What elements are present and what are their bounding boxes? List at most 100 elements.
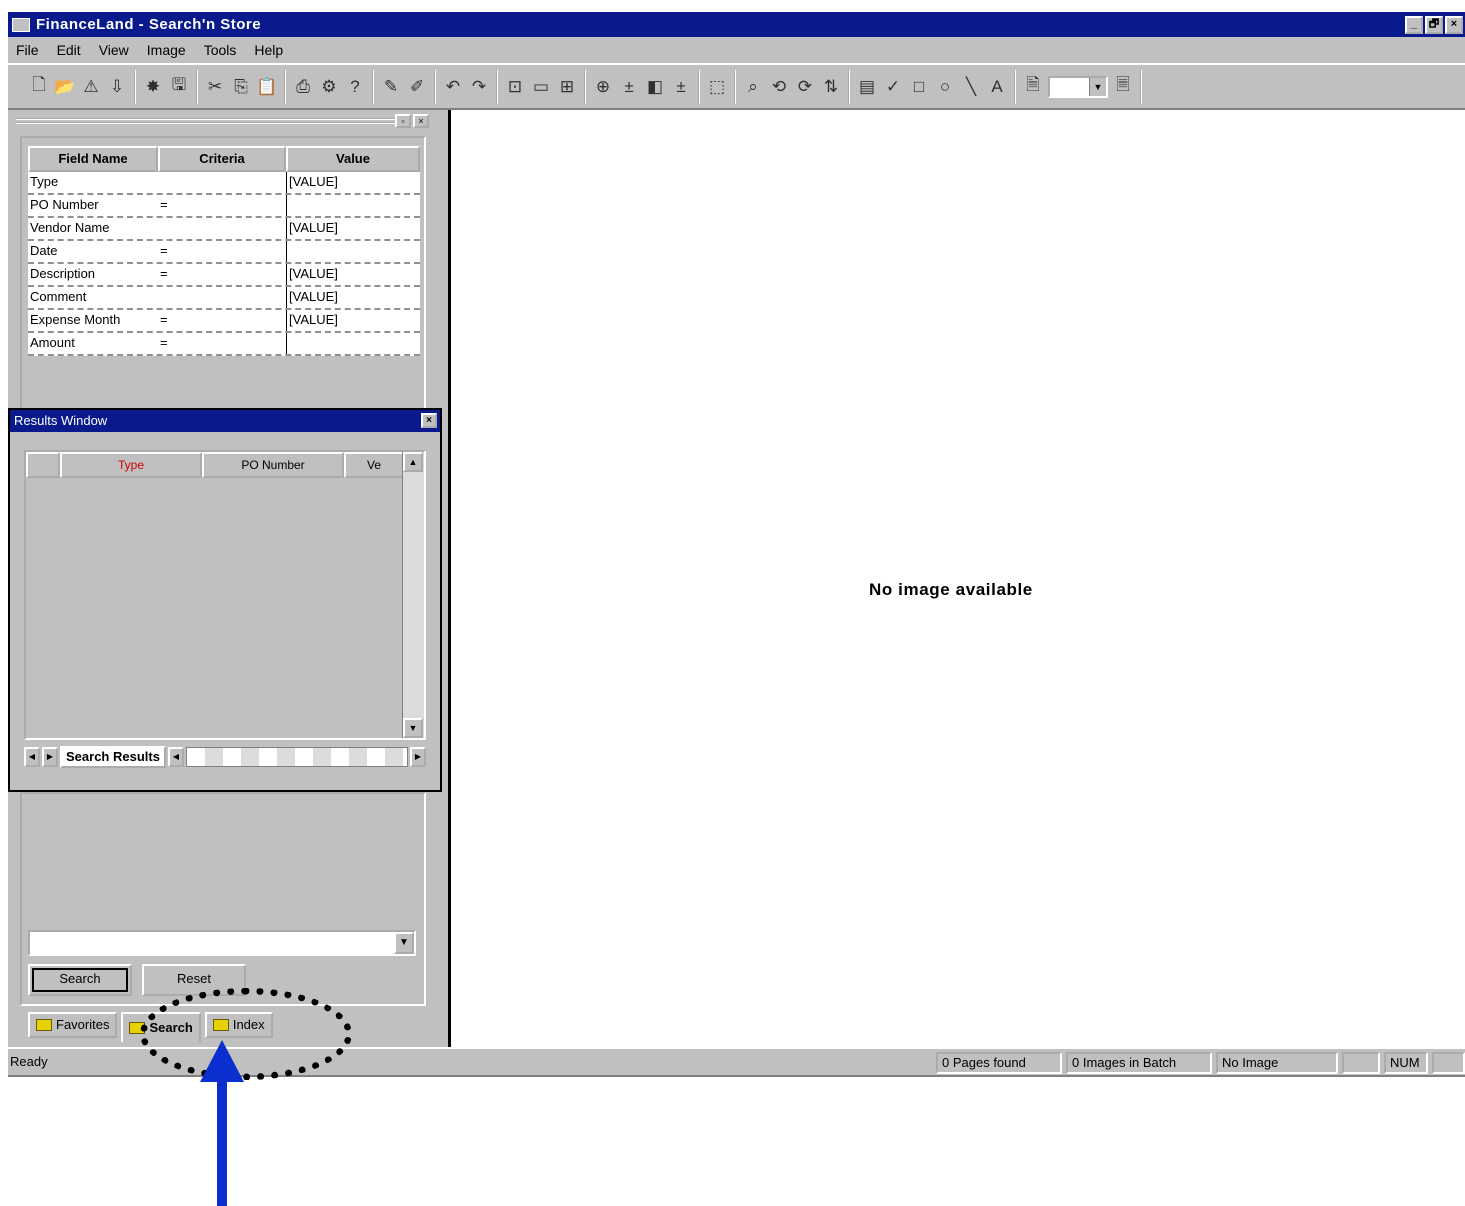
grid-cell-value[interactable]: [VALUE]	[286, 218, 420, 239]
pane-restore-button[interactable]: ▫	[395, 114, 411, 128]
help-icon[interactable]: ?	[344, 75, 366, 99]
grid-cell-criteria[interactable]: =	[158, 241, 286, 262]
print-icon[interactable]: ⎙	[292, 75, 314, 99]
grid-cell-field[interactable]: Expense Month	[28, 310, 158, 331]
contrast-icon[interactable]: ◧	[644, 75, 666, 99]
saved-query-select[interactable]: ▼	[28, 930, 416, 956]
import-icon[interactable]: ⇩	[106, 75, 128, 99]
pen2-icon[interactable]: ✐	[406, 75, 428, 99]
grid-header-criteria[interactable]: Criteria	[158, 146, 286, 172]
chevron-down-icon[interactable]: ▼	[394, 932, 414, 954]
plus-icon[interactable]: ±	[618, 75, 640, 99]
results-list[interactable]: Type PO Number Ve ▲ ▼	[24, 450, 426, 740]
grid-cell-field[interactable]: Amount	[28, 333, 158, 354]
page-select[interactable]	[1048, 75, 1108, 98]
menu-image[interactable]: Image	[147, 42, 186, 58]
grid-cell-field[interactable]: Date	[28, 241, 158, 262]
line-icon[interactable]: ╲	[960, 75, 982, 99]
open-icon[interactable]: 📂	[54, 75, 76, 99]
scroll-up-icon[interactable]: ▲	[403, 452, 423, 472]
flip-icon[interactable]: ⇅	[820, 75, 842, 99]
grid-cell-field[interactable]: Comment	[28, 287, 158, 308]
table-row[interactable]: Date =	[28, 241, 420, 264]
grid-cell-criteria[interactable]: =	[158, 264, 286, 285]
grid-cell-field[interactable]: Type	[28, 172, 158, 193]
grid-cell-criteria[interactable]	[158, 287, 286, 308]
search-button[interactable]: Search	[28, 964, 132, 996]
text-icon[interactable]: A	[986, 75, 1008, 99]
table-row[interactable]: Amount =	[28, 333, 420, 356]
redo-icon[interactable]: ↷	[468, 75, 490, 99]
table-row[interactable]: Description = [VALUE]	[28, 264, 420, 287]
grid-cell-criteria[interactable]: =	[158, 195, 286, 216]
mark-icon[interactable]: ✓	[882, 75, 904, 99]
table-row[interactable]: Expense Month = [VALUE]	[28, 310, 420, 333]
menu-file[interactable]: File	[16, 42, 39, 58]
results-header-select[interactable]	[26, 452, 60, 478]
scroll-down-icon[interactable]: ▼	[403, 718, 423, 738]
crop-icon[interactable]: ⊞	[556, 75, 578, 99]
menu-view[interactable]: View	[99, 42, 129, 58]
new-icon[interactable]: 🗋	[28, 75, 50, 99]
ellipse-icon[interactable]: ○	[934, 75, 956, 99]
menu-tools[interactable]: Tools	[204, 42, 237, 58]
fit-icon[interactable]: ⊡	[504, 75, 526, 99]
doc2-icon[interactable]: 🗏	[1112, 75, 1134, 99]
menu-help[interactable]: Help	[254, 42, 283, 58]
tab-favorites[interactable]: Favorites	[28, 1012, 118, 1038]
doc-icon[interactable]: 🗎	[1022, 75, 1044, 99]
image-viewer[interactable]: No image available	[451, 110, 1465, 1047]
grid-cell-field[interactable]: Vendor Name	[28, 218, 158, 239]
paste-icon[interactable]: 📋	[256, 75, 278, 99]
save-icon[interactable]: 🖫	[168, 75, 190, 99]
hscroll-right-icon[interactable]: ▶	[410, 747, 426, 767]
undo-icon[interactable]: ↶	[442, 75, 464, 99]
rect-icon[interactable]: □	[908, 75, 930, 99]
grid-header-field[interactable]: Field Name	[28, 146, 158, 172]
results-header-type[interactable]: Type	[60, 452, 202, 478]
close-button[interactable]: ×	[1445, 15, 1463, 34]
grid-cell-value[interactable]: [VALUE]	[286, 287, 420, 308]
grid-cell-value[interactable]	[286, 241, 420, 262]
copy-icon[interactable]: ⎘	[230, 75, 252, 99]
minimize-button[interactable]: _	[1405, 15, 1423, 34]
grid-cell-value[interactable]: [VALUE]	[286, 172, 420, 193]
rotate-icon[interactable]: ⟲	[768, 75, 790, 99]
pane-close-button[interactable]: ×	[413, 114, 429, 128]
results-header-po[interactable]: PO Number	[202, 452, 344, 478]
grid-cell-value[interactable]: [VALUE]	[286, 264, 420, 285]
grid-cell-criteria[interactable]: =	[158, 333, 286, 354]
pen-icon[interactable]: ✎	[380, 75, 402, 99]
table-row[interactable]: PO Number =	[28, 195, 420, 218]
cut-icon[interactable]: ✂	[204, 75, 226, 99]
maximize-button[interactable]: 🗗	[1425, 15, 1443, 34]
hscroll-left-icon[interactable]: ◀	[167, 747, 184, 767]
grid-cell-criteria[interactable]	[158, 172, 286, 193]
page-icon[interactable]: ▭	[530, 75, 552, 99]
tab-next-icon[interactable]: ▶	[42, 747, 58, 767]
results-header-vendor[interactable]: Ve	[344, 452, 404, 478]
table-row[interactable]: Type [VALUE]	[28, 172, 420, 195]
zoom-in-icon[interactable]: ⊕	[592, 75, 614, 99]
plus2-icon[interactable]: ±	[670, 75, 692, 99]
scan-icon[interactable]: ⚠	[80, 75, 102, 99]
close-icon[interactable]: ×	[421, 413, 437, 428]
grid-cell-field[interactable]: Description	[28, 264, 158, 285]
rotate2-icon[interactable]: ⟳	[794, 75, 816, 99]
batch-icon[interactable]: ✸	[142, 75, 164, 99]
zoom-icon[interactable]: ⌕	[742, 75, 764, 99]
pane-grip[interactable]	[16, 118, 396, 124]
menu-edit[interactable]: Edit	[57, 42, 81, 58]
results-vscrollbar[interactable]: ▲ ▼	[402, 452, 424, 738]
grid-header-value[interactable]: Value	[286, 146, 420, 172]
table-row[interactable]: Comment [VALUE]	[28, 287, 420, 310]
grid-cell-value[interactable]	[286, 333, 420, 354]
grid-cell-value[interactable]: [VALUE]	[286, 310, 420, 331]
table-row[interactable]: Vendor Name [VALUE]	[28, 218, 420, 241]
properties-icon[interactable]: ⚙	[318, 75, 340, 99]
select-icon[interactable]: ⬚	[706, 75, 728, 99]
results-window-titlebar[interactable]: Results Window ×	[10, 410, 440, 432]
highlight-icon[interactable]: ▤	[856, 75, 878, 99]
grid-cell-criteria[interactable]: =	[158, 310, 286, 331]
results-hscrollbar[interactable]	[185, 747, 408, 767]
